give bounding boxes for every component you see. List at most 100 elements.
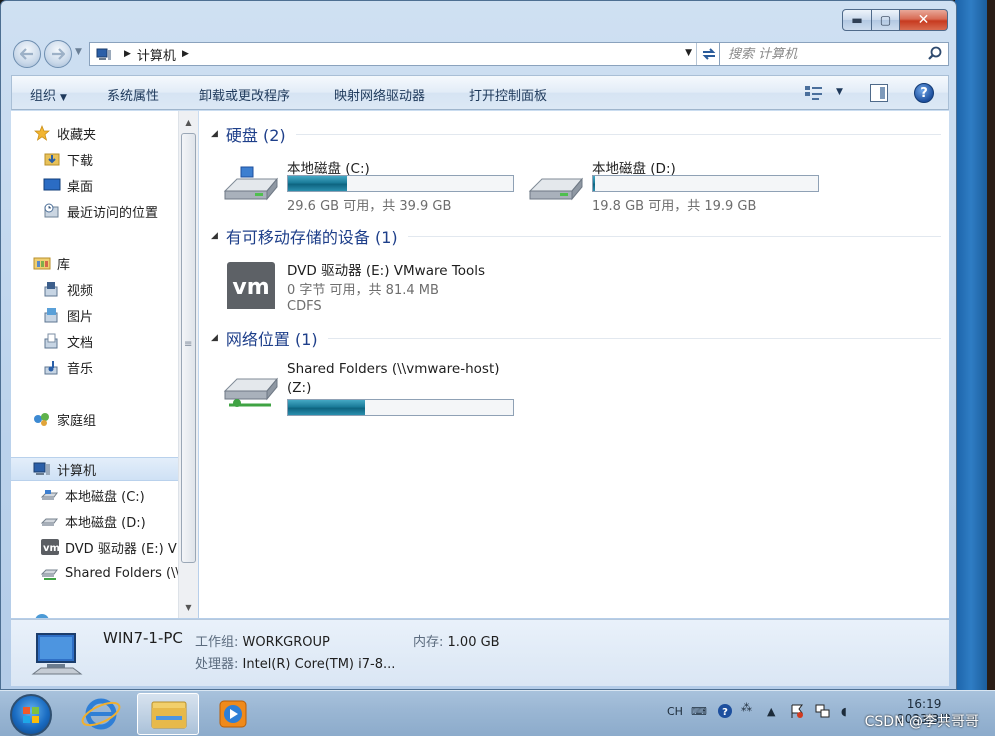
scroll-up-icon[interactable]: ▲ [179, 114, 198, 131]
taskbar-explorer[interactable] [137, 693, 199, 735]
sidebar-item-videos[interactable]: 视频 [11, 277, 178, 301]
taskbar-internet-explorer[interactable] [70, 693, 132, 735]
system-properties-button[interactable]: 系统属性 [107, 85, 159, 104]
sidebar-label: 文档 [67, 335, 94, 351]
system-drive-icon [223, 166, 279, 201]
sidebar-item-recent[interactable]: 最近访问的位置 [11, 199, 178, 223]
preview-pane-icon[interactable] [870, 84, 888, 102]
recent-pages-dropdown[interactable]: ▼ [75, 47, 82, 57]
open-control-panel-button[interactable]: 打开控制面板 [469, 85, 547, 104]
clock-time: 16:19 [906, 697, 942, 711]
sidebar-label: 图片 [67, 309, 94, 325]
sidebar-item-downloads[interactable]: 下载 [11, 147, 178, 171]
sidebar-label: 计算机 [57, 463, 97, 479]
sidebar-item-drive-c[interactable]: 本地磁盘 (C:) [11, 483, 178, 507]
close-button[interactable]: ✕ [900, 9, 948, 31]
taskbar-media-player[interactable] [204, 693, 266, 735]
scroll-down-icon[interactable]: ▼ [179, 599, 198, 616]
drive-tile-d[interactable]: 本地磁盘 (D:) 19.8 GB 可用，共 19.9 GB [528, 157, 828, 217]
uninstall-program-button[interactable]: 卸载或更改程序 [199, 85, 290, 104]
drive-name: DVD 驱动器 (E:) VMware Tools [287, 263, 486, 279]
sidebar-item-shared-folders[interactable]: Shared Folders (\\vmware-host) (Z:) [11, 561, 178, 585]
sidebar-item-drive-d[interactable]: 本地磁盘 (D:) [11, 509, 178, 533]
view-options-icon[interactable] [804, 85, 824, 101]
organize-menu[interactable]: 组织 ▼ [30, 85, 67, 104]
details-pane: WIN7-1-PC 工作组: WORKGROUP 内存: 1.00 GB 处理器… [11, 619, 949, 686]
star-icon [34, 125, 50, 141]
drive-tile-c[interactable]: 本地磁盘 (C:) 29.6 GB 可用，共 39.9 GB [223, 157, 523, 217]
sidebar-item-libraries[interactable]: 库 [11, 251, 178, 275]
sidebar-item-network[interactable] [11, 609, 178, 618]
sidebar-label: 视频 [67, 283, 94, 299]
collapse-icon[interactable]: ◢ [211, 231, 218, 241]
drive-usage-bar [287, 399, 514, 416]
explorer-window: ▬ ▢ ✕ ▼ ▶ 计算机 ▶ ▼ 组织▼ 系统属性 卸载或更改程序 映 [0, 0, 957, 690]
keyboard-icon[interactable]: ⌨ [691, 705, 707, 718]
chevron-right-icon[interactable]: ▶ [124, 49, 131, 59]
collapse-icon[interactable]: ◢ [211, 129, 218, 139]
sidebar-item-pictures[interactable]: 图片 [11, 303, 178, 327]
refresh-icon [702, 48, 715, 60]
windows-logo-icon [23, 707, 39, 723]
search-input[interactable] [728, 44, 918, 64]
command-bar: 组织 ▼ 系统属性 卸载或更改程序 映射网络驱动器 打开控制面板 ▼ ? [11, 75, 949, 110]
breadcrumb-computer[interactable]: 计算机 [137, 45, 176, 64]
network-tray-icon[interactable] [815, 703, 831, 722]
minimize-button[interactable]: ▬ [842, 9, 872, 31]
svg-text:vm: vm [43, 543, 59, 554]
sidebar-item-music[interactable]: 音乐 [11, 355, 178, 379]
processor-value: Intel(R) Core(TM) i7-8... [242, 657, 396, 672]
sidebar-item-favorites[interactable]: 收藏夹 [11, 121, 178, 145]
sidebar-item-drive-e[interactable]: vm DVD 驱动器 (E:) VMware Tools [11, 535, 178, 559]
content-pane: ◢ 硬盘 (2) 本地磁盘 (C:) 29.6 GB 可用，共 39.9 GB … [199, 111, 949, 618]
ime-options-icon[interactable]: ⁂ [741, 701, 752, 714]
grip-icon: ≡ [184, 339, 193, 350]
show-hidden-icons[interactable]: ▲ [767, 705, 775, 718]
memory-label: 内存: [413, 635, 444, 650]
action-center-icon[interactable] [789, 703, 805, 722]
chevron-right-icon[interactable]: ▶ [182, 49, 189, 59]
group-header-network[interactable]: ◢ 网络位置 (1) [211, 327, 941, 349]
address-dropdown-icon[interactable]: ▼ [685, 48, 692, 58]
drive-usage-fill [593, 176, 596, 191]
refresh-button[interactable] [696, 43, 720, 65]
back-button[interactable] [13, 40, 41, 68]
start-button[interactable] [10, 694, 52, 736]
collapse-icon[interactable]: ◢ [211, 333, 218, 343]
sidebar-item-homegroup[interactable]: 家庭组 [11, 407, 178, 431]
watermark-text: CSDN @李共哥哥 [864, 714, 979, 730]
library-icon [33, 257, 51, 270]
arrow-left-icon [20, 48, 33, 60]
sidebar-item-computer[interactable]: 计算机 [11, 457, 178, 481]
language-indicator[interactable]: CH [667, 705, 683, 718]
chevron-down-icon[interactable]: ▼ [836, 87, 843, 97]
address-bar[interactable]: ▶ 计算机 ▶ ▼ [89, 42, 721, 66]
drive-space-info: 29.6 GB 可用，共 39.9 GB [287, 199, 452, 214]
search-box[interactable] [719, 42, 949, 66]
forward-button[interactable] [44, 40, 72, 68]
drive-tile-shared-folders[interactable]: Shared Folders (\\vmware-host) (Z:) [223, 361, 523, 421]
svg-text:?: ? [722, 707, 728, 718]
map-network-drive-button[interactable]: 映射网络驱动器 [334, 85, 425, 104]
computer-name: WIN7-1-PC [103, 629, 183, 647]
group-divider [295, 133, 941, 135]
volume-icon[interactable]: ◖ [841, 705, 847, 718]
sidebar-label: 音乐 [67, 361, 94, 377]
workgroup-info: 工作组: WORKGROUP [195, 631, 330, 650]
search-icon[interactable] [928, 46, 942, 60]
sidebar-label: 家庭组 [57, 413, 97, 429]
maximize-button[interactable]: ▢ [872, 9, 900, 31]
navigation-scrollbar[interactable]: ▲ ≡ ▼ [178, 111, 198, 618]
group-header-hard-disks[interactable]: ◢ 硬盘 (2) [211, 123, 941, 145]
sidebar-label: 本地磁盘 (D:) [65, 515, 146, 531]
help-icon[interactable]: ? [717, 703, 733, 722]
sidebar-item-desktop[interactable]: 桌面 [11, 173, 178, 197]
drive-tile-e[interactable]: vm DVD 驱动器 (E:) VMware Tools 0 字节 可用，共 8… [223, 259, 523, 319]
help-icon[interactable]: ? [914, 83, 934, 103]
taskbar: CH ⌨ ? ⁂ ▲ ◖ 16:19 2023/3/2 CSDN @李共哥哥 [0, 690, 995, 736]
group-title: 硬盘 (2) [225, 126, 286, 145]
sidebar-item-documents[interactable]: 文档 [11, 329, 178, 353]
group-header-removable[interactable]: ◢ 有可移动存储的设备 (1) [211, 225, 941, 247]
sidebar-label: 最近访问的位置 [67, 205, 159, 221]
vmware-icon: vm [227, 262, 275, 309]
